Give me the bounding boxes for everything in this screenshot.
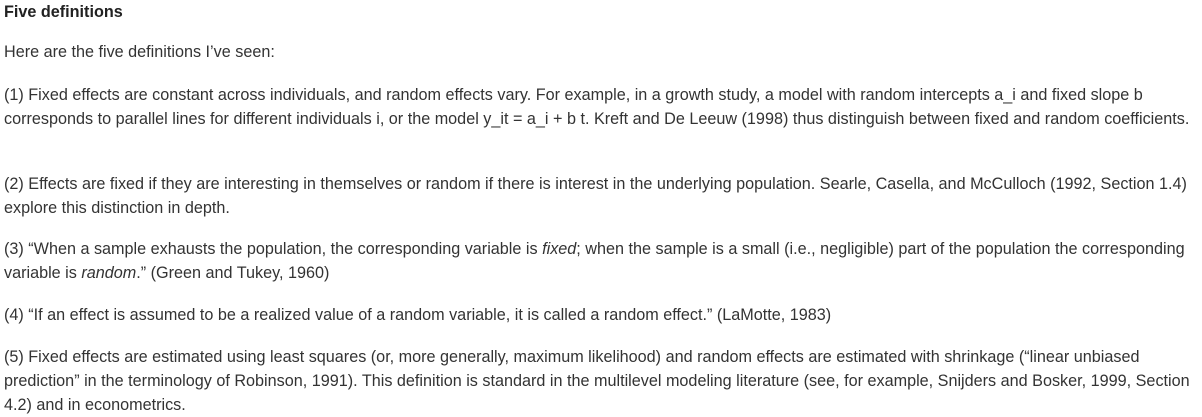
section-heading: Five definitions: [4, 3, 123, 21]
article-section: Five definitions Here are the five defin…: [0, 0, 1202, 414]
definition-5-paragraph: (5) Fixed effects are estimated using le…: [4, 348, 1190, 414]
definition-3-emphasis-fixed: fixed: [542, 240, 577, 258]
definition-3-text-part1: (3) “When a sample exhausts the populati…: [4, 240, 543, 258]
definition-2-paragraph: (2) Effects are fixed if they are intere…: [4, 175, 1187, 217]
definition-1-paragraph: (1) Fixed effects are constant across in…: [4, 86, 1190, 128]
definition-3-emphasis-random: random: [81, 264, 137, 282]
definition-3-text-part3: .” (Green and Tukey, 1960): [136, 264, 330, 282]
intro-paragraph: Here are the five definitions I’ve seen:: [4, 43, 275, 61]
definition-4-paragraph: (4) “If an effect is assumed to be a rea…: [4, 306, 832, 324]
definition-3-paragraph: (3) “When a sample exhausts the populati…: [4, 237, 1198, 285]
